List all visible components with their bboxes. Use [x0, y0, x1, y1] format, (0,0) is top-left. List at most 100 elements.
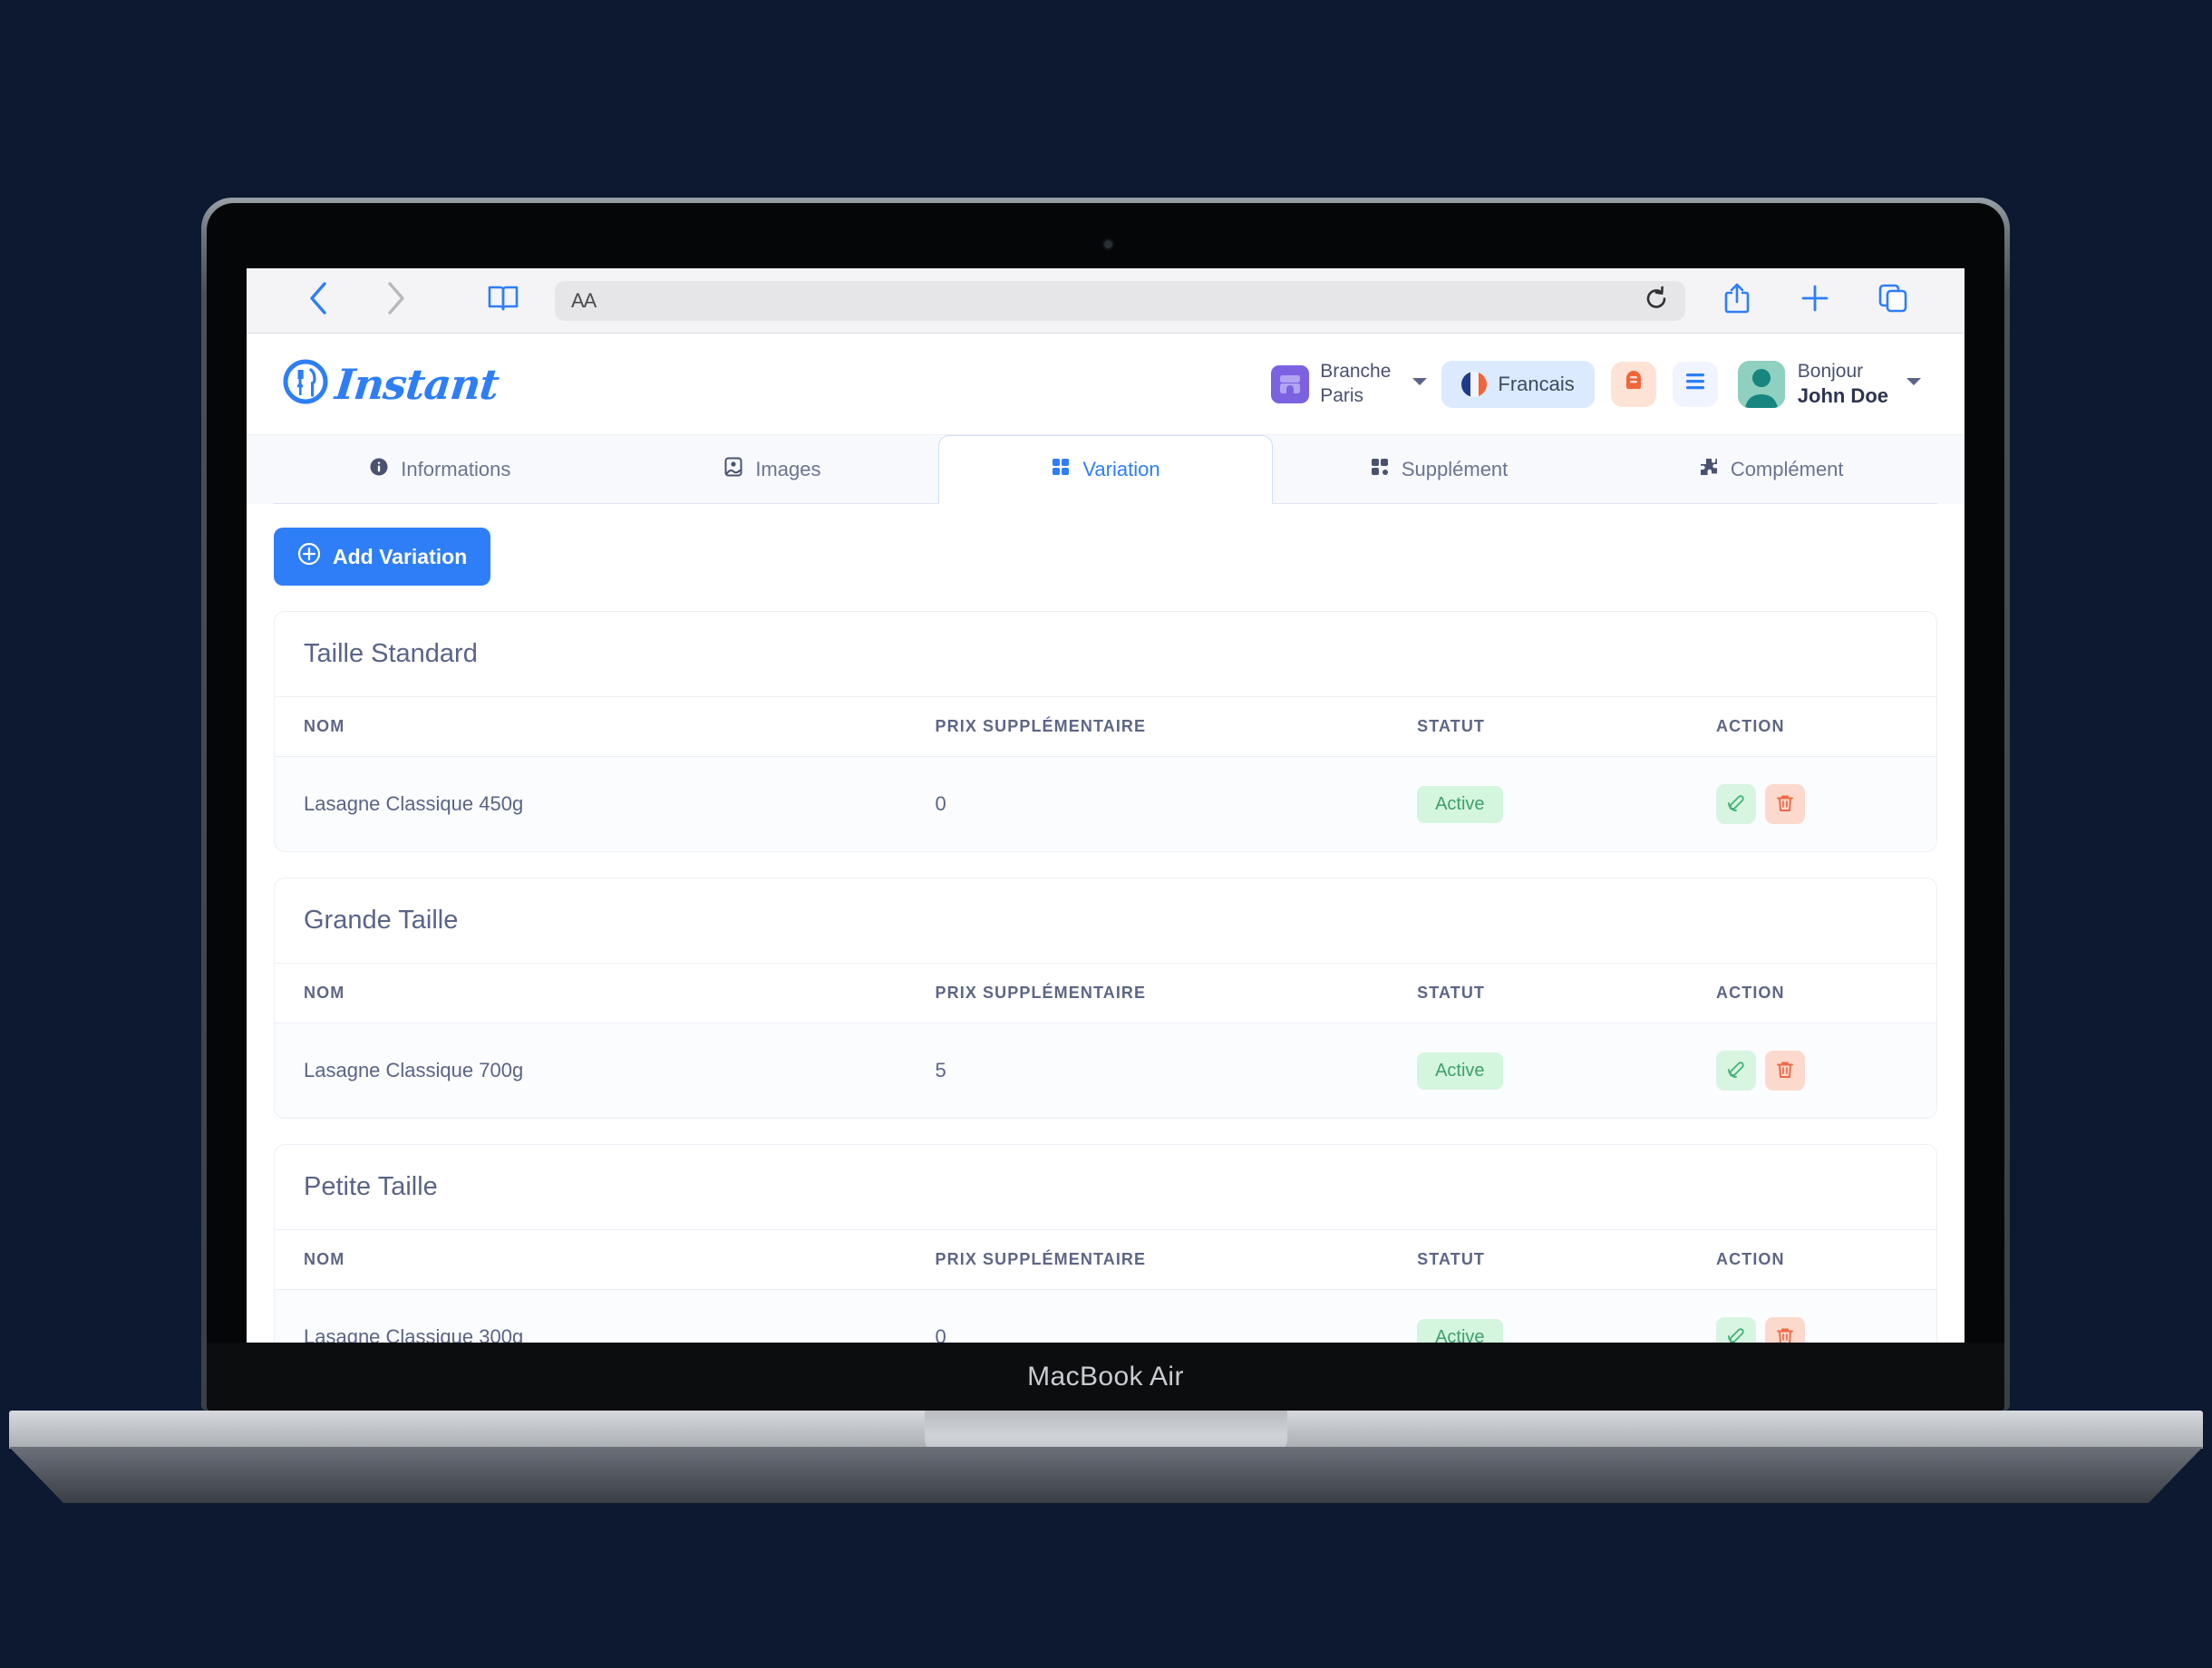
edit-pencil-icon	[1726, 793, 1746, 816]
add-variation-label: Add Variation	[333, 545, 467, 569]
variation-group: Petite Taille NOM PRIX SUPPLÉMENTAIRE ST…	[274, 1144, 1937, 1343]
info-circle-icon	[369, 457, 389, 482]
webcam-icon	[1104, 240, 1112, 248]
tab-supplement[interactable]: Supplément	[1273, 435, 1606, 504]
menu-button[interactable]	[1673, 362, 1718, 407]
column-header-nom: NOM	[275, 697, 907, 757]
delete-button[interactable]	[1765, 1051, 1805, 1091]
edit-button[interactable]	[1716, 1317, 1756, 1343]
new-tab-button[interactable]	[1776, 283, 1854, 318]
column-header-action: ACTION	[1687, 1230, 1936, 1290]
cell-statut: Active	[1388, 1290, 1687, 1343]
status-badge: Active	[1417, 1319, 1502, 1343]
chevron-right-icon	[384, 280, 408, 321]
variation-group: Grande Taille NOM PRIX SUPPLÉMENTAIRE ST…	[274, 878, 1937, 1119]
add-variation-button[interactable]: Add Variation	[274, 528, 490, 586]
delete-button[interactable]	[1765, 784, 1805, 824]
tab-complement[interactable]: Complément	[1605, 435, 1937, 504]
tab-images[interactable]: Images	[606, 435, 939, 504]
book-icon	[487, 284, 519, 317]
table-row: Lasagne Classique 700g 5 Active	[275, 1023, 1936, 1119]
branch-selector[interactable]: Branche Paris	[1267, 360, 1394, 408]
show-tabs-button[interactable]	[1854, 283, 1932, 318]
user-labels: Bonjour John Doe	[1798, 360, 1888, 409]
trash-icon	[1775, 793, 1795, 816]
column-header-prix: PRIX SUPPLÉMENTAIRE	[907, 697, 1389, 757]
share-button[interactable]	[1698, 281, 1776, 320]
device-label-bar: MacBook Air	[207, 1343, 2004, 1411]
app-logo[interactable]: Instant	[279, 355, 499, 412]
tab-images-label: Images	[755, 458, 820, 481]
image-icon	[723, 457, 743, 482]
branch-labels: Branche Paris	[1320, 360, 1391, 408]
cell-prix: 0	[907, 757, 1389, 852]
tab-supplement-label: Supplément	[1402, 458, 1508, 481]
plus-circle-icon	[297, 542, 321, 571]
column-header-action: ACTION	[1687, 964, 1936, 1023]
cell-statut: Active	[1388, 1023, 1687, 1119]
cell-nom: Lasagne Classique 300g	[275, 1290, 907, 1343]
tab-variation-label: Variation	[1082, 458, 1159, 481]
variation-group-title: Taille Standard	[275, 612, 1936, 696]
column-header-statut: STATUT	[1388, 964, 1687, 1023]
cell-action	[1687, 757, 1936, 852]
cell-prix: 0	[907, 1290, 1389, 1343]
branch-caret-down-icon[interactable]	[1411, 375, 1429, 393]
row-actions	[1716, 784, 1936, 824]
notifications-button[interactable]	[1611, 362, 1656, 407]
column-header-action: ACTION	[1687, 697, 1936, 757]
edit-pencil-icon	[1726, 1326, 1746, 1343]
text-size-label: AA	[571, 289, 596, 313]
grid-dots-icon	[1370, 457, 1390, 482]
trash-icon	[1775, 1060, 1795, 1082]
table-header-row: NOM PRIX SUPPLÉMENTAIRE STATUT ACTION	[275, 964, 1936, 1023]
table-header-row: NOM PRIX SUPPLÉMENTAIRE STATUT ACTION	[275, 697, 1936, 757]
row-actions	[1716, 1051, 1936, 1091]
device-model-label: MacBook Air	[1027, 1362, 1184, 1392]
app-header: Instant Branche Paris	[247, 334, 1965, 435]
variation-group-title: Grande Taille	[275, 878, 1936, 963]
fork-knife-circle-icon	[279, 355, 332, 412]
user-caret-down-icon[interactable]	[1905, 375, 1923, 393]
language-selector[interactable]: Francais	[1441, 361, 1594, 408]
tab-variation[interactable]: Variation	[938, 435, 1273, 504]
bell-icon	[1623, 369, 1644, 399]
variation-table: NOM PRIX SUPPLÉMENTAIRE STATUT ACTION La…	[275, 1229, 1936, 1343]
user-greeting: Bonjour	[1798, 360, 1888, 383]
table-row: Lasagne Classique 450g 0 Active	[275, 757, 1936, 852]
tab-informations[interactable]: Informations	[274, 435, 606, 504]
cell-statut: Active	[1388, 757, 1687, 852]
back-button[interactable]	[279, 280, 357, 321]
forward-button[interactable]	[357, 280, 435, 321]
variation-table: NOM PRIX SUPPLÉMENTAIRE STATUT ACTION La…	[275, 963, 1936, 1118]
edit-button[interactable]	[1716, 1051, 1756, 1091]
tab-informations-label: Informations	[401, 458, 510, 481]
chevron-left-icon	[306, 280, 330, 321]
table-header-row: NOM PRIX SUPPLÉMENTAIRE STATUT ACTION	[275, 1230, 1936, 1290]
cell-nom: Lasagne Classique 700g	[275, 1023, 907, 1119]
browser-toolbar: AA	[247, 268, 1965, 334]
laptop-mockup: AA	[0, 0, 2212, 1668]
column-header-statut: STATUT	[1388, 1230, 1687, 1290]
france-flag-icon	[1461, 372, 1487, 397]
store-icon	[1271, 365, 1309, 403]
user-avatar-icon	[1738, 361, 1785, 408]
edit-button[interactable]	[1716, 784, 1756, 824]
delete-button[interactable]	[1765, 1317, 1805, 1343]
address-bar[interactable]: AA	[555, 281, 1685, 321]
column-header-statut: STATUT	[1388, 697, 1687, 757]
column-header-prix: PRIX SUPPLÉMENTAIRE	[907, 1230, 1389, 1290]
edit-pencil-icon	[1726, 1060, 1746, 1082]
tabs-icon	[1877, 283, 1908, 318]
logo-text: Instant	[333, 360, 500, 409]
column-header-prix: PRIX SUPPLÉMENTAIRE	[907, 964, 1389, 1023]
status-badge: Active	[1417, 786, 1502, 823]
branch-line1: Branche	[1320, 360, 1391, 383]
cell-prix: 5	[907, 1023, 1389, 1119]
screen: AA	[247, 268, 1965, 1343]
variation-panel: Add Variation Taille Standard NOM PRIX S…	[247, 504, 1965, 1343]
laptop-base-notch	[925, 1411, 1287, 1452]
reload-button[interactable]	[1644, 286, 1669, 315]
bookmarks-button[interactable]	[464, 284, 542, 317]
user-menu[interactable]: Bonjour John Doe	[1738, 360, 1888, 409]
